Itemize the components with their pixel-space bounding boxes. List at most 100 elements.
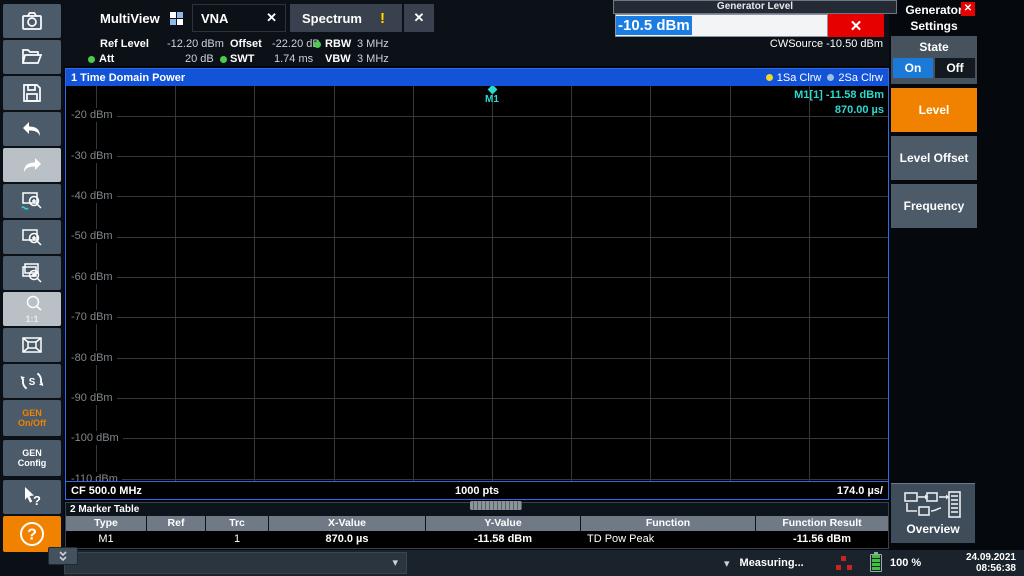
generator-level-input-row: -10.5 dBm ✕ xyxy=(615,14,897,37)
save-button[interactable] xyxy=(3,76,61,110)
generator-level-value: -10.5 dBm xyxy=(616,16,692,35)
offset-value[interactable]: -22.20 dB xyxy=(272,38,320,50)
camera-icon xyxy=(19,9,45,33)
marker-readout: M1[1] -11.58 dBm 870.00 µs xyxy=(794,88,884,118)
one-to-one-zoom-button: 1:1 xyxy=(3,292,61,326)
network-error-icon xyxy=(836,556,852,570)
redo-button xyxy=(3,148,61,182)
collapse-bar-button[interactable] xyxy=(48,547,78,565)
trace1-color-dot xyxy=(766,74,773,81)
att-value[interactable]: 20 dB xyxy=(185,53,214,65)
state-toggle: On Off xyxy=(893,58,975,78)
trace1-label: 1Sa Clrw xyxy=(777,72,822,84)
chart-titlebar[interactable]: 1 Time Domain Power 1Sa Clrw 2Sa Clrw xyxy=(66,69,888,86)
measurement-status[interactable]: ▾ Measuring... xyxy=(724,550,804,576)
close-icon: ✕ xyxy=(850,17,863,35)
ref-level-value[interactable]: -12.20 dBm xyxy=(167,38,224,50)
context-help-button[interactable]: ? xyxy=(3,480,61,514)
status-bar: ▾ ▾ Measuring... 100 % 24.09.2021 08:56:… xyxy=(64,550,1024,576)
state-on-button[interactable]: On xyxy=(893,58,933,78)
col-header-type: Type xyxy=(66,516,146,531)
tab-spectrum-label: Spectrum xyxy=(302,11,362,26)
softkey-panel-close-button[interactable]: ✕ xyxy=(961,2,975,16)
trace2-legend[interactable]: 2Sa Clrw xyxy=(827,72,883,84)
gen-onoff-button[interactable]: GEN On/Off xyxy=(3,400,61,436)
svg-text:S: S xyxy=(29,377,36,388)
pointer-help-icon: ? xyxy=(19,485,45,509)
overview-button[interactable]: Overview xyxy=(891,483,975,543)
time-value: 08:56:38 xyxy=(966,563,1016,574)
cell-trc: 1 xyxy=(206,531,268,548)
y-axis-label: -60 dBm xyxy=(71,270,117,284)
status-dropdown[interactable]: ▾ xyxy=(64,552,407,574)
sweep-circular-arrows-icon: S xyxy=(19,368,45,394)
screenshot-button[interactable] xyxy=(3,4,61,38)
time-domain-power-window: 1 Time Domain Power 1Sa Clrw 2Sa Clrw -2… xyxy=(65,68,889,500)
chevron-down-icon: ▾ xyxy=(724,557,730,570)
swt-value[interactable]: 1.74 ms xyxy=(274,53,313,65)
vbw-value[interactable]: 3 MHz xyxy=(357,53,389,65)
undo-button[interactable] xyxy=(3,112,61,146)
sweep-points-value[interactable]: 1000 pts xyxy=(66,485,888,497)
instrument-screen: 1:1 S GEN On/Off GEN Config ? ? MultiVie… xyxy=(0,0,1024,576)
plot-area: -20 dBm -30 dBm -40 dBm -50 dBm -60 dBm … xyxy=(66,86,888,481)
overview-label: Overview xyxy=(906,522,959,536)
sweep-control-button[interactable]: S xyxy=(3,364,61,398)
multi-zoom-button[interactable] xyxy=(3,256,61,290)
zoom-icon xyxy=(19,225,45,249)
frame-icon xyxy=(19,333,45,357)
one-to-one-label: 1:1 xyxy=(25,314,38,324)
trace-legend: 1Sa Clrw 2Sa Clrw xyxy=(766,69,883,86)
col-header-function-result: Function Result xyxy=(756,516,888,531)
ref-level-label: Ref Level xyxy=(100,38,149,50)
state-off-button[interactable]: Off xyxy=(935,58,975,78)
trace1-legend[interactable]: 1Sa Clrw xyxy=(766,72,822,84)
trace2-color-dot xyxy=(827,74,834,81)
marker-m1-label: M1 xyxy=(485,94,499,105)
window-resize-grip[interactable] xyxy=(470,501,522,510)
zoom-trace-button[interactable] xyxy=(3,184,61,218)
y-axis-label: -20 dBm xyxy=(71,108,117,122)
softkey-panel-title-line2: Settings xyxy=(891,18,977,34)
vbw-label: VBW xyxy=(325,53,351,65)
swt-label: SWT xyxy=(230,53,254,65)
gen-config-button[interactable]: GEN Config xyxy=(3,440,61,476)
tab-vna[interactable]: VNA ✕ xyxy=(192,4,286,32)
help-icon: ? xyxy=(18,520,46,548)
state-label: State xyxy=(891,40,977,54)
rbw-coupled-dot xyxy=(314,41,321,48)
generator-level-dialog: Generator Level -10.5 dBm ✕ CWSource -10… xyxy=(613,0,897,14)
y-axis-label: -50 dBm xyxy=(71,229,117,243)
svg-text:?: ? xyxy=(33,493,41,508)
rbw-value[interactable]: 3 MHz xyxy=(357,38,389,50)
tab-vna-close-icon[interactable]: ✕ xyxy=(266,10,277,26)
y-axis-label: -30 dBm xyxy=(71,149,117,163)
gen-onoff-label-2: On/Off xyxy=(18,418,46,428)
marker-table-row[interactable]: M1 1 870.0 µs -11.58 dBm TD Pow Peak -11… xyxy=(66,531,888,548)
softkey-level-offset[interactable]: Level Offset xyxy=(891,136,977,180)
gen-onoff-label-1: GEN xyxy=(22,408,42,418)
tab-multiview-label: MultiView xyxy=(100,11,160,26)
softkey-level[interactable]: Level xyxy=(891,88,977,132)
generator-level-input[interactable]: -10.5 dBm xyxy=(615,14,828,37)
tab-spectrum[interactable]: Spectrum ! xyxy=(290,4,402,32)
chevron-down-icon: ▾ xyxy=(392,556,398,569)
zoom-button[interactable] xyxy=(3,220,61,254)
tab-spectrum-close[interactable]: ✕ xyxy=(404,4,434,32)
marker-m1[interactable]: M1 xyxy=(485,86,499,105)
y-axis-label: -90 dBm xyxy=(71,391,117,405)
marker-readout-x: 870.00 µs xyxy=(794,103,884,118)
offset-label: Offset xyxy=(230,38,262,50)
generator-level-cancel-button[interactable]: ✕ xyxy=(828,14,884,37)
marker-readout-value: M1[1] -11.58 dBm xyxy=(794,88,884,103)
open-file-button[interactable] xyxy=(3,40,61,74)
time-per-div-value[interactable]: 174.0 µs/ xyxy=(837,485,883,497)
att-coupled-dot xyxy=(88,56,95,63)
tab-multiview[interactable]: MultiView xyxy=(88,4,188,32)
gen-config-label-2: Config xyxy=(18,458,47,468)
cell-yvalue: -11.58 dBm xyxy=(426,531,580,548)
softkey-frequency[interactable]: Frequency xyxy=(891,184,977,228)
y-axis-label: -70 dBm xyxy=(71,310,117,324)
marker-table-header: Type Ref Trc X-Value Y-Value Function Fu… xyxy=(66,516,888,531)
display-frame-button[interactable] xyxy=(3,328,61,362)
